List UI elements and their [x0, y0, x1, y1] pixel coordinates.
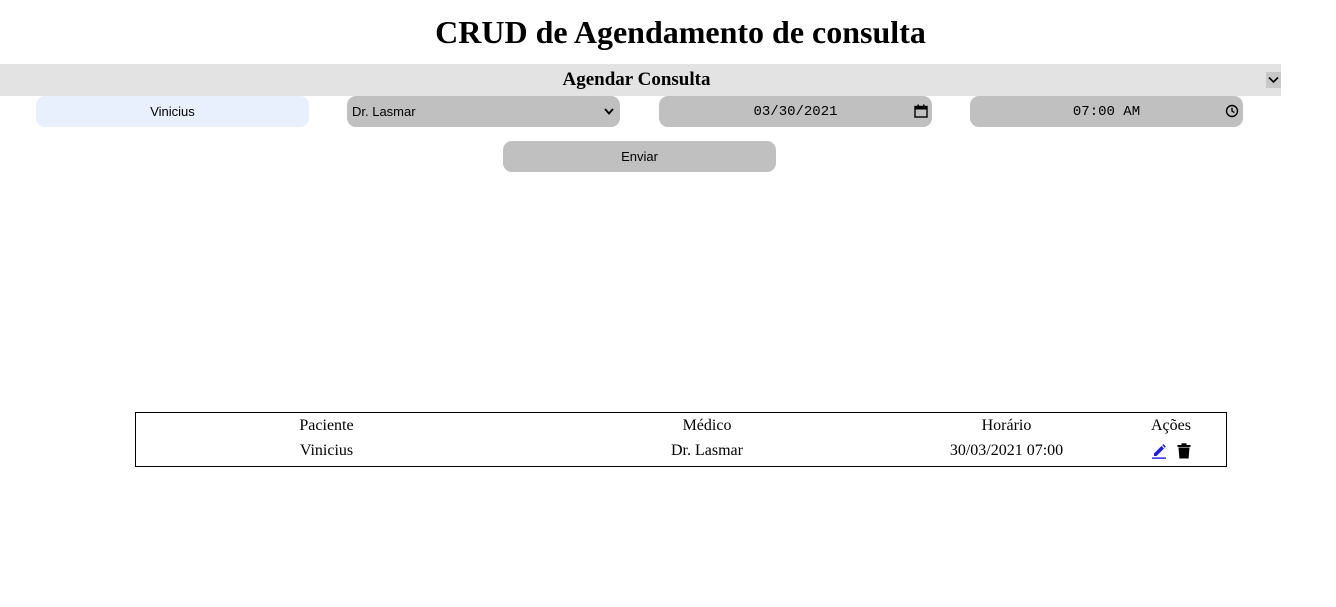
- time-value: 07:00 AM: [1072, 103, 1141, 120]
- page-title: CRUD de Agendamento de consulta: [435, 14, 926, 50]
- cell-medico: Dr. Lasmar: [671, 441, 743, 459]
- table-row: Vinicius Dr. Lasmar 30/03/2021 07:00: [136, 438, 1226, 463]
- medico-select[interactable]: Dr. Lasmar: [347, 96, 620, 127]
- medico-selected-value: Dr. Lasmar: [352, 104, 416, 119]
- time-input[interactable]: 07:00 AM: [970, 96, 1243, 127]
- table-header-row: Paciente Médico Horário Ações: [136, 413, 1226, 438]
- date-value: 03/30/2021: [753, 103, 838, 120]
- header-acoes: Ações: [1151, 416, 1191, 434]
- cell-horario: 30/03/2021 07:00: [949, 441, 1064, 459]
- pencil-icon[interactable]: [1151, 443, 1167, 459]
- page: CRUD de Agendamento de consulta Agendar …: [0, 0, 1336, 607]
- paciente-value: Vinicius: [150, 104, 195, 119]
- row-actions: [1116, 442, 1226, 459]
- clock-icon[interactable]: [1225, 104, 1239, 118]
- appointments-table: Paciente Médico Horário Ações Vinicius D…: [135, 412, 1227, 467]
- paciente-input[interactable]: Vinicius: [36, 96, 309, 127]
- calendar-icon[interactable]: [914, 104, 928, 118]
- header-medico: Médico: [682, 416, 732, 434]
- chevron-down-icon: [1268, 76, 1279, 84]
- form-section-header: Agendar Consulta: [0, 64, 1281, 96]
- chevron-down-icon: [604, 108, 614, 115]
- header-paciente: Paciente: [299, 416, 354, 434]
- submit-button[interactable]: Enviar: [503, 141, 776, 172]
- trash-icon[interactable]: [1177, 442, 1191, 459]
- date-input[interactable]: 03/30/2021: [659, 96, 932, 127]
- collapse-toggle-button[interactable]: [1266, 72, 1281, 88]
- header-horario: Horário: [981, 416, 1032, 434]
- cell-paciente: Vinicius: [299, 441, 354, 459]
- form-section-title: Agendar Consulta: [562, 69, 711, 90]
- cell-acoes: [1116, 438, 1226, 463]
